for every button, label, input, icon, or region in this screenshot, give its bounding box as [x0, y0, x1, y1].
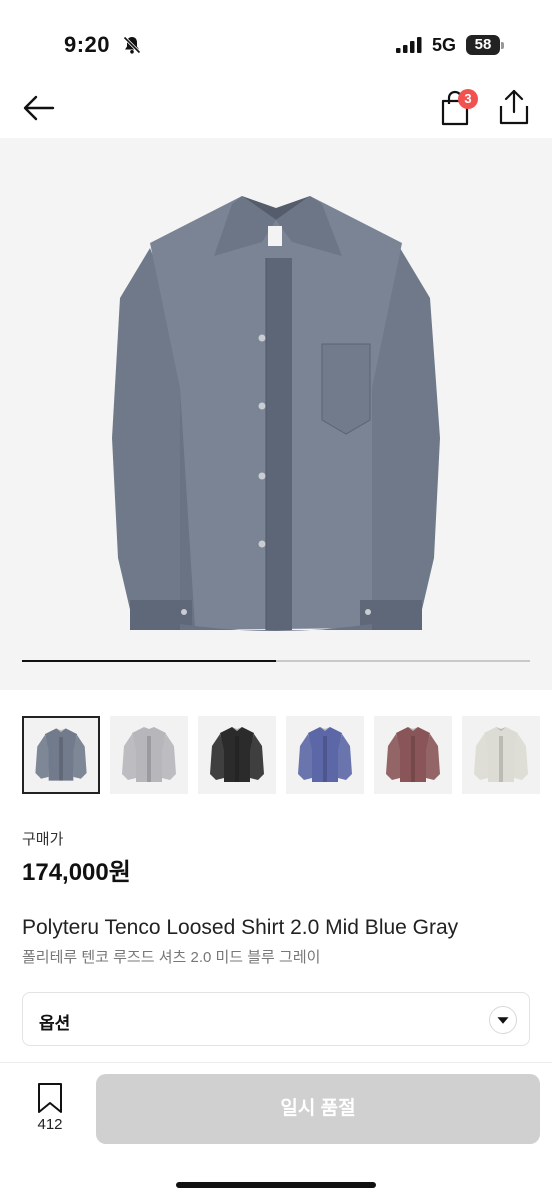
product-image — [112, 196, 440, 631]
option-label: 옵션 — [39, 1014, 71, 1033]
bottom-divider — [0, 1062, 552, 1063]
thumbnail-ivory[interactable] — [462, 716, 540, 794]
sold-out-button[interactable]: 일시 품절 — [96, 1074, 540, 1144]
thumbnail-black[interactable] — [198, 716, 276, 794]
wishlist-button[interactable]: 412 — [28, 1082, 72, 1138]
thumbnail-blue[interactable] — [286, 716, 364, 794]
thumbnail-shirt-image — [474, 727, 528, 782]
network-label: 5G — [432, 35, 457, 55]
carousel-progress-track — [22, 660, 530, 662]
battery-cap — [501, 42, 504, 49]
thumbnail-shirt-image — [122, 727, 176, 782]
signal-icon — [396, 37, 422, 53]
arrow-left-icon[interactable] — [20, 90, 60, 126]
thumbnail-light-gray[interactable] — [110, 716, 188, 794]
cart-count-badge: 3 — [458, 89, 478, 109]
thumbnail-mid-blue-gray[interactable] — [22, 716, 100, 794]
share-icon[interactable] — [494, 88, 534, 128]
battery-icon: 58 — [466, 35, 504, 55]
status-time: 9:20 — [64, 32, 111, 57]
header: 3 — [0, 80, 552, 136]
wish-count: 412 — [37, 1116, 63, 1133]
battery-level: 58 — [466, 35, 500, 55]
product-name-ko: 폴리테루 텐코 루즈드 셔츠 2.0 미드 블루 그레이 — [22, 949, 321, 966]
thumbnail-strip — [22, 716, 552, 796]
product-image-carousel[interactable] — [0, 138, 552, 690]
product-name-en: Polyteru Tenco Loosed Shirt 2.0 Mid Blue… — [22, 916, 459, 939]
option-select[interactable]: 옵션 — [22, 992, 530, 1046]
price-label: 구매가 — [22, 831, 64, 848]
price-value: 174,000원 — [22, 859, 131, 886]
thumbnail-shirt-image — [35, 728, 87, 781]
thumbnail-shirt-image — [386, 727, 440, 782]
home-indicator — [176, 1182, 376, 1188]
thumbnail-shirt-image — [210, 727, 264, 782]
bell-slash-icon — [123, 36, 141, 54]
status-bar: 9:20 5G 58 — [0, 0, 552, 90]
bookmark-icon — [38, 1083, 62, 1113]
carousel-progress-fill — [22, 660, 276, 662]
thumbnail-burgundy[interactable] — [374, 716, 452, 794]
chevron-down-icon — [489, 1006, 517, 1034]
thumbnail-shirt-image — [298, 727, 352, 782]
